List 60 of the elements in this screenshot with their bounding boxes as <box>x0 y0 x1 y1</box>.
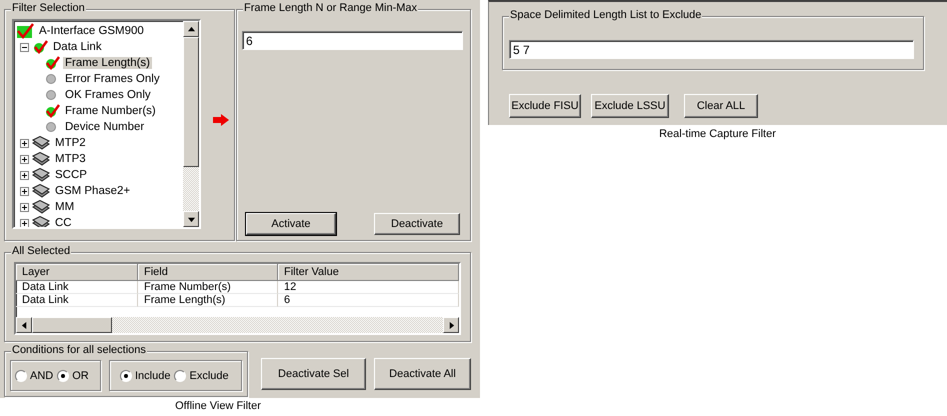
input-field[interactable]: 5 7 <box>509 40 914 59</box>
column-header[interactable]: Filter Value <box>278 264 459 281</box>
expand-button[interactable] <box>20 186 29 196</box>
tree-item[interactable]: Data Link <box>51 41 104 53</box>
input-field[interactable]: 6 <box>242 31 463 50</box>
scroll-right-button[interactable] <box>443 317 459 333</box>
scrollbar-thumb[interactable] <box>183 37 199 167</box>
tree-item[interactable]: SCCP <box>53 169 89 181</box>
tree-item[interactable]: Frame Length(s) <box>63 57 152 69</box>
up-arrow-icon <box>188 26 194 32</box>
right-arrow-icon <box>448 322 454 328</box>
scroll-down-button[interactable] <box>183 211 199 227</box>
group-title: Conditions for all selections <box>11 344 147 356</box>
scrollbar-thumb[interactable] <box>32 317 112 333</box>
radio-option[interactable]: OR <box>57 370 89 382</box>
tree-item[interactable]: A-Interface GSM900 <box>37 25 146 37</box>
tree-item[interactable]: Error Frames Only <box>63 73 162 85</box>
caption: Offline View Filter <box>175 400 261 412</box>
action-button[interactable]: Deactivate Sel <box>261 358 366 390</box>
column-header[interactable]: Field <box>138 264 278 281</box>
tree-item[interactable]: MM <box>53 201 76 213</box>
radio-option[interactable]: Exclude <box>174 370 229 382</box>
tree-item[interactable]: OK Frames Only <box>63 89 153 101</box>
down-arrow-icon <box>188 216 194 222</box>
right-arrow-icon <box>213 114 229 126</box>
scroll-left-button[interactable] <box>16 317 32 333</box>
column-header[interactable]: Layer <box>16 264 138 281</box>
action-button[interactable]: Exclude FISU <box>509 94 581 118</box>
collapse-button[interactable] <box>20 42 29 52</box>
scroll-up-button[interactable] <box>183 21 199 37</box>
tree-item[interactable]: Device Number <box>63 121 146 133</box>
tree-item[interactable]: CC <box>53 217 74 227</box>
radio-option[interactable]: Include <box>120 370 170 382</box>
table-cell: Frame Number(s) <box>138 281 278 294</box>
expand-button[interactable] <box>20 138 29 148</box>
action-button[interactable]: Exclude LSSU <box>591 94 669 118</box>
table-cell: Data Link <box>16 281 138 294</box>
table-cell: Data Link <box>16 294 138 307</box>
table-cell: Frame Length(s) <box>138 294 278 307</box>
left-arrow-icon <box>20 322 28 328</box>
table-cell: 6 <box>278 294 459 307</box>
tree-item[interactable]: GSM Phase2+ <box>53 185 132 197</box>
tree-item[interactable]: MTP3 <box>53 153 88 165</box>
table-cell: 12 <box>278 281 459 294</box>
caption: Real-time Capture Filter <box>659 128 776 140</box>
expand-button[interactable] <box>20 170 29 180</box>
expand-button[interactable] <box>20 218 29 227</box>
group-title: All Selected <box>11 245 72 257</box>
expand-button[interactable] <box>20 202 29 212</box>
action-button[interactable]: Clear ALL <box>684 94 758 118</box>
action-button[interactable]: Deactivate All <box>374 358 471 390</box>
expand-button[interactable] <box>20 154 29 164</box>
group-title: Frame Length N or Range Min-Max <box>243 2 418 14</box>
action-button[interactable]: Activate <box>246 213 336 235</box>
tree-item[interactable]: MTP2 <box>53 137 88 149</box>
group-title: Filter Selection <box>11 2 86 14</box>
group-title: Space Delimited Length List to Exclude <box>509 9 702 21</box>
action-button[interactable]: Deactivate <box>374 213 460 235</box>
radio-option[interactable]: AND <box>15 370 54 382</box>
tree-item[interactable]: Frame Number(s) <box>63 105 158 117</box>
